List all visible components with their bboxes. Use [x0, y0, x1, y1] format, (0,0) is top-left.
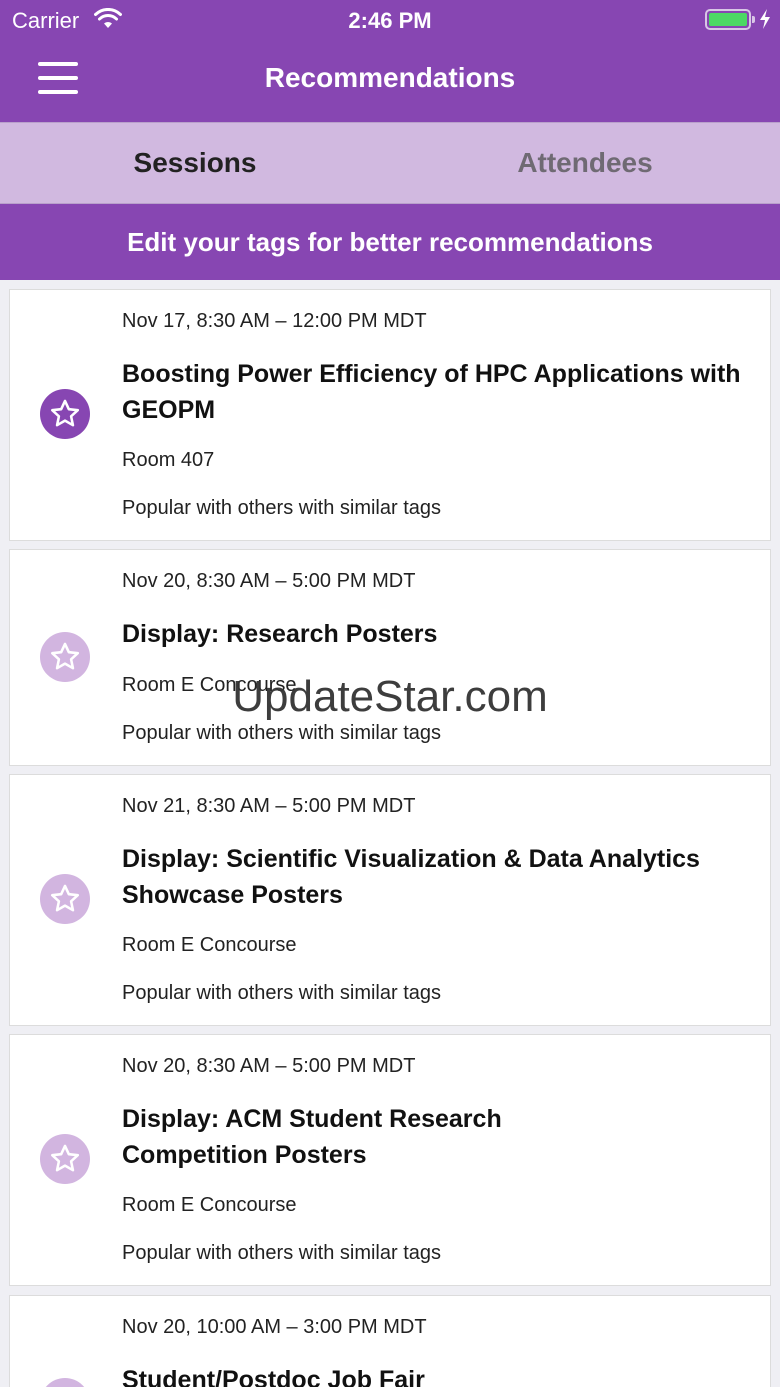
star-icon	[50, 1144, 80, 1172]
top-bar: Carrier 2:46 PM Recommendations	[0, 0, 780, 122]
session-room: Room E Concourse	[122, 1194, 297, 1216]
session-date: Nov 21, 8:30 AM – 5:00 PM MDT	[122, 795, 416, 817]
session-list: Nov 17, 8:30 AM – 12:00 PM MDT Boosting …	[0, 280, 780, 1387]
favorite-star-button[interactable]	[40, 389, 90, 439]
session-date: Nov 20, 8:30 AM – 5:00 PM MDT	[122, 570, 416, 592]
tab-attendees[interactable]: Attendees	[390, 123, 780, 203]
star-icon	[50, 884, 80, 912]
session-card[interactable]: Nov 20, 10:00 AM – 3:00 PM MDT Student/P…	[9, 1295, 771, 1387]
status-time: 2:46 PM	[348, 8, 432, 33]
session-title: Display: Research Posters	[122, 620, 438, 648]
recommendation-reason: Popular with others with similar tags	[122, 722, 442, 744]
session-card[interactable]: Nov 20, 8:30 AM – 5:00 PM MDT Display: R…	[9, 549, 771, 766]
tab-sessions[interactable]: Sessions	[0, 123, 390, 203]
star-icon	[50, 399, 80, 427]
session-card[interactable]: Nov 21, 8:30 AM – 5:00 PM MDT Display: S…	[9, 774, 771, 1026]
favorite-star-button[interactable]	[40, 1134, 90, 1184]
edit-tags-banner[interactable]: Edit your tags for better recommendation…	[0, 204, 780, 280]
session-title: Student/Postdoc Job Fair	[122, 1366, 425, 1387]
session-card[interactable]: Nov 20, 8:30 AM – 5:00 PM MDT Display: A…	[9, 1034, 771, 1286]
session-date: Nov 20, 8:30 AM – 5:00 PM MDT	[122, 1055, 416, 1077]
session-room: Room E Concourse	[122, 674, 297, 696]
segment-tabs: Sessions Attendees	[0, 122, 780, 204]
session-date: Nov 20, 10:00 AM – 3:00 PM MDT	[122, 1316, 427, 1338]
charging-bolt-icon	[760, 9, 770, 29]
session-card[interactable]: Nov 17, 8:30 AM – 12:00 PM MDT Boosting …	[9, 289, 771, 541]
recommendation-reason: Popular with others with similar tags	[122, 982, 442, 1004]
session-title: Display: ACM Student Research Competitio…	[122, 1105, 502, 1169]
page-title: Recommendations	[264, 62, 516, 93]
session-title: Boosting Power Efficiency of HPC Applica…	[122, 360, 741, 424]
favorite-star-button[interactable]	[40, 874, 90, 924]
session-room: Room 407	[122, 449, 215, 471]
session-room: Room E Concourse	[122, 934, 297, 956]
status-bar: Carrier 2:46 PM	[0, 0, 780, 40]
session-title: Display: Scientific Visualization & Data…	[122, 845, 700, 909]
star-icon	[50, 642, 80, 670]
battery-icon	[705, 9, 755, 30]
session-date: Nov 17, 8:30 AM – 12:00 PM MDT	[122, 310, 427, 332]
favorite-star-button[interactable]	[40, 1378, 90, 1387]
favorite-star-button[interactable]	[40, 632, 90, 682]
recommendation-reason: Popular with others with similar tags	[122, 1242, 442, 1264]
recommendation-reason: Popular with others with similar tags	[122, 497, 442, 519]
battery-level	[709, 13, 747, 26]
